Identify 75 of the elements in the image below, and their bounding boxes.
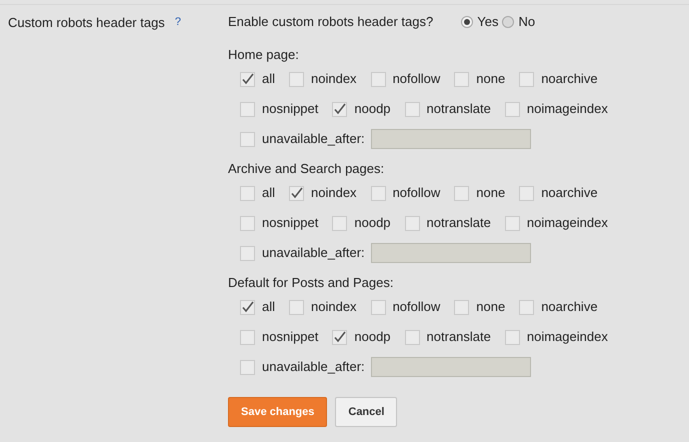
help-link[interactable]: ? bbox=[174, 14, 181, 30]
question-label: Enable custom robots header tags? bbox=[228, 13, 434, 32]
section-title: Default for Posts and Pages: bbox=[228, 274, 394, 291]
checkbox-label: nosnippet bbox=[262, 100, 318, 118]
checkbox[interactable] bbox=[332, 216, 348, 230]
checkbox[interactable] bbox=[332, 102, 348, 116]
checkbox[interactable] bbox=[240, 360, 255, 374]
date-field[interactable] bbox=[370, 357, 531, 377]
checkbox[interactable] bbox=[519, 300, 534, 314]
checkbox[interactable] bbox=[454, 186, 470, 200]
checkbox-label: noindex bbox=[311, 184, 357, 202]
checkbox-label: noodp bbox=[354, 214, 391, 232]
checkbox-label: nosnippet bbox=[262, 328, 318, 346]
checkbox[interactable] bbox=[454, 72, 470, 86]
checkbox[interactable] bbox=[404, 330, 420, 344]
checkbox-label: noarchive bbox=[541, 184, 598, 202]
checkbox[interactable] bbox=[240, 186, 255, 200]
checkbox-label: unavailable_after: bbox=[262, 358, 365, 376]
checkbox-label: noodp bbox=[354, 100, 391, 118]
checkbox-label: notranslate bbox=[426, 214, 491, 232]
checkbox-label: nosnippet bbox=[262, 214, 318, 232]
date-field[interactable] bbox=[370, 243, 531, 263]
checkbox-label: unavailable_after: bbox=[262, 130, 365, 148]
checkbox-label: all bbox=[262, 298, 276, 316]
checkbox-label: nofollow bbox=[392, 184, 440, 202]
checkbox[interactable] bbox=[504, 102, 520, 116]
checkbox[interactable] bbox=[240, 330, 255, 344]
checkbox-label: nofollow bbox=[392, 298, 440, 316]
checkbox-label: noarchive bbox=[541, 70, 598, 88]
checkbox-label: none bbox=[476, 70, 506, 88]
setting-label: Custom robots header tags bbox=[8, 14, 165, 32]
radio-label: No bbox=[518, 13, 536, 32]
checkbox[interactable] bbox=[240, 246, 255, 260]
button[interactable]: Save changes bbox=[228, 397, 328, 427]
checkbox[interactable] bbox=[240, 132, 255, 146]
checkbox-label: noimageindex bbox=[526, 100, 608, 118]
checkbox-label: all bbox=[262, 70, 276, 88]
checkbox[interactable] bbox=[454, 300, 470, 314]
radio-button[interactable] bbox=[461, 16, 474, 28]
checkbox[interactable] bbox=[370, 72, 386, 86]
checkbox[interactable] bbox=[240, 216, 255, 230]
checkbox[interactable] bbox=[504, 330, 520, 344]
checkbox[interactable] bbox=[519, 72, 534, 86]
checkbox[interactable] bbox=[370, 186, 386, 200]
checkbox[interactable] bbox=[289, 72, 304, 86]
checkbox-label: noindex bbox=[311, 70, 357, 88]
checkbox-label: notranslate bbox=[426, 328, 491, 346]
radio-button[interactable] bbox=[502, 16, 514, 28]
checkbox[interactable] bbox=[519, 186, 534, 200]
checkbox[interactable] bbox=[370, 300, 386, 314]
checkbox[interactable] bbox=[504, 216, 520, 230]
button[interactable]: Cancel bbox=[335, 397, 398, 427]
radio-label: Yes bbox=[477, 13, 498, 32]
checkbox-label: noimageindex bbox=[526, 214, 608, 232]
checkbox-label: noimageindex bbox=[526, 328, 608, 346]
checkbox[interactable] bbox=[332, 330, 348, 344]
checkbox[interactable] bbox=[240, 72, 255, 86]
checkbox-label: notranslate bbox=[426, 100, 491, 118]
checkbox-label: noodp bbox=[354, 328, 391, 346]
checkbox-label: all bbox=[262, 184, 276, 202]
section-title: Archive and Search pages: bbox=[228, 160, 386, 177]
checkbox-label: noarchive bbox=[541, 298, 598, 316]
checkbox-label: nofollow bbox=[392, 70, 440, 88]
checkbox[interactable] bbox=[289, 300, 304, 314]
checkbox-label: none bbox=[476, 298, 506, 316]
checkbox[interactable] bbox=[404, 216, 420, 230]
checkbox[interactable] bbox=[240, 300, 255, 314]
section-title: Home page: bbox=[228, 46, 300, 63]
checkbox[interactable] bbox=[404, 102, 420, 116]
checkbox[interactable] bbox=[240, 102, 255, 116]
checkbox[interactable] bbox=[289, 186, 304, 200]
checkbox-label: unavailable_after: bbox=[262, 244, 365, 262]
date-field[interactable] bbox=[370, 129, 531, 149]
checkbox-label: noindex bbox=[311, 298, 357, 316]
checkbox-label: none bbox=[476, 184, 506, 202]
